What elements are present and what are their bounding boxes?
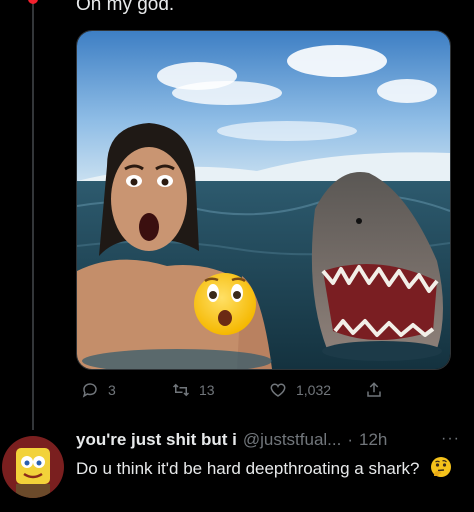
like-count: 1,032 bbox=[296, 382, 332, 398]
like-button[interactable]: 1,032 bbox=[268, 380, 331, 400]
thread-indicator-dot bbox=[28, 0, 38, 4]
user-handle[interactable]: @juststfual... bbox=[243, 430, 342, 450]
reply-header: you're just shit but i @juststfual... · … bbox=[76, 430, 387, 450]
separator-dot: · bbox=[347, 430, 354, 449]
share-button[interactable] bbox=[364, 380, 384, 400]
tweet-text: Oh my god. bbox=[76, 0, 175, 15]
timestamp[interactable]: 12h bbox=[359, 430, 387, 450]
reply-button[interactable]: 3 bbox=[80, 380, 116, 400]
heart-icon bbox=[268, 380, 288, 400]
retweet-count: 13 bbox=[199, 382, 215, 398]
reply-tweet[interactable]: you're just shit but i @juststfual... · … bbox=[0, 428, 474, 512]
tweet-media-photo[interactable] bbox=[76, 30, 451, 370]
share-icon bbox=[364, 380, 384, 400]
more-options-icon[interactable]: ··· bbox=[441, 430, 460, 448]
reply-text: Do u think it'd be hard deepthroating a … bbox=[76, 456, 456, 485]
reply-count: 3 bbox=[108, 382, 116, 398]
retweet-button[interactable]: 13 bbox=[171, 380, 215, 400]
retweet-icon bbox=[171, 380, 191, 400]
astonished-face-emoji bbox=[194, 273, 256, 335]
avatar[interactable] bbox=[2, 436, 64, 498]
tweet-thread: Oh my god. 3 13 1,032 you're just shit b… bbox=[0, 0, 474, 512]
comment-icon bbox=[80, 380, 100, 400]
reply-body: Do u think it'd be hard deepthroating a … bbox=[76, 459, 420, 478]
thread-connector-line bbox=[32, 0, 34, 430]
thinking-face-emoji bbox=[430, 456, 452, 485]
tweet-action-bar: 3 13 1,032 bbox=[76, 380, 449, 404]
display-name[interactable]: you're just shit but i bbox=[76, 430, 237, 450]
